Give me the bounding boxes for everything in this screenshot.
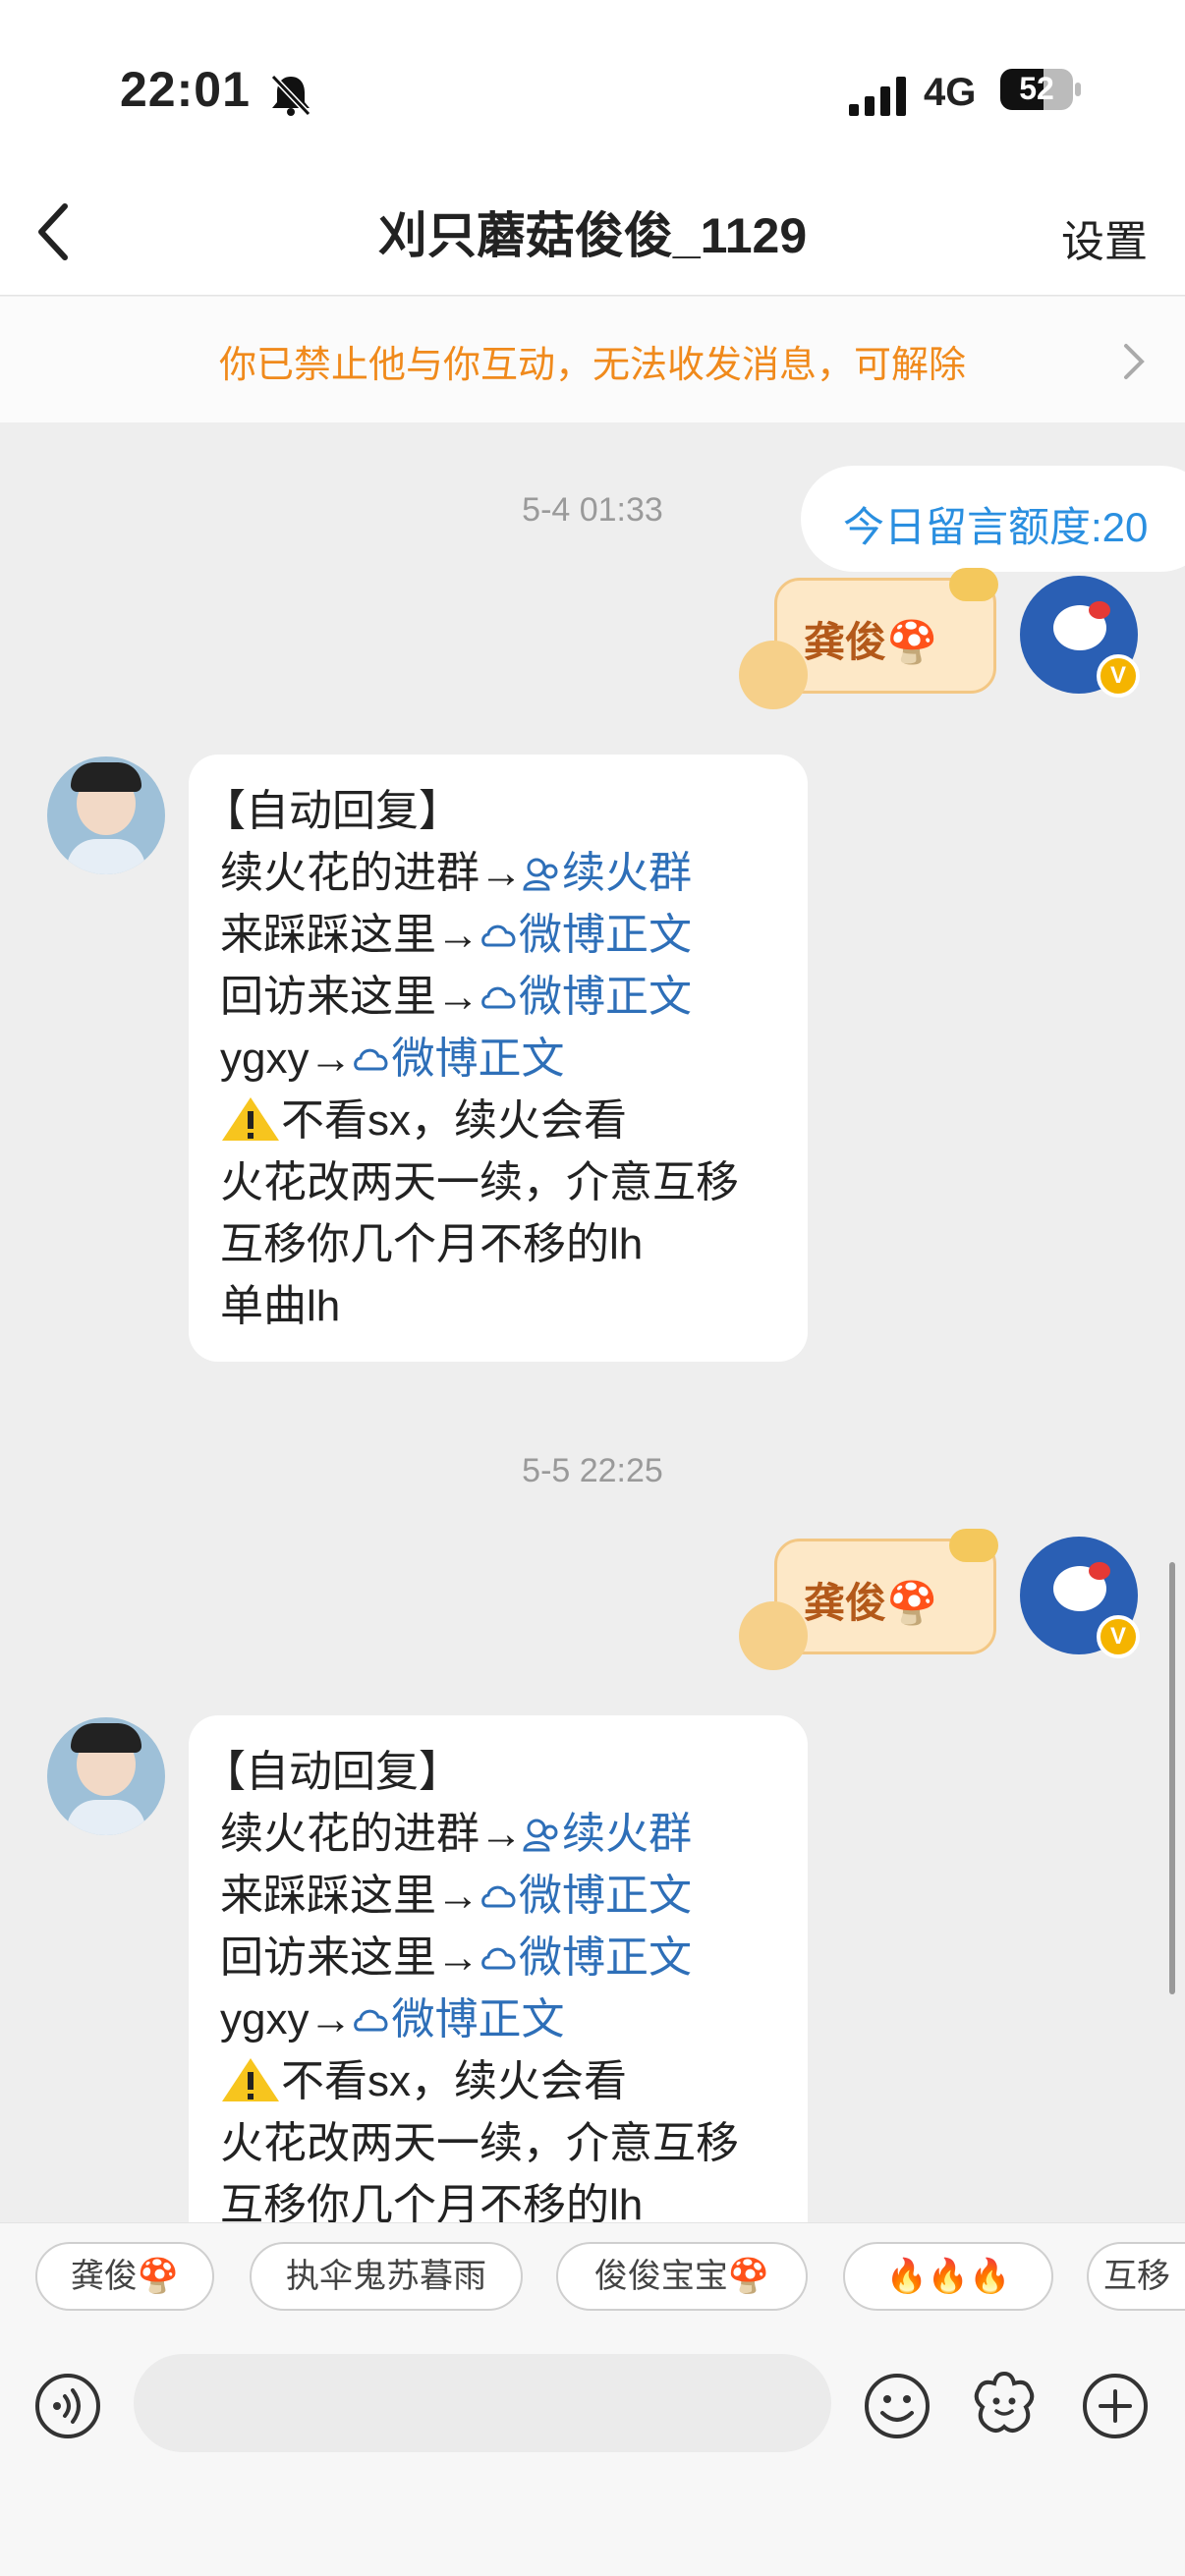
- avatar-hair: [71, 762, 141, 792]
- group-icon: [523, 858, 558, 891]
- scrollbar[interactable]: [1169, 1562, 1175, 1994]
- reply-line: 续火花的进群→ 续火群: [220, 1810, 692, 1858]
- auto-reply-content: 【自动回复】 续火花的进群→ 续火群 来踩踩这里→ 微博正文 回访来这里→ 微博正文 …: [202, 1741, 739, 2236]
- message-quota-text: 今日留言额度:20: [843, 504, 1149, 550]
- battery-percent: 52: [1019, 71, 1054, 106]
- plus-icon[interactable]: [1081, 2372, 1150, 2440]
- battery-icon: 52: [1000, 69, 1073, 110]
- reply-line: 火花改两天一续，介意互移: [220, 1158, 739, 1206]
- reply-line: 来踩踩这里→ 微博正文: [220, 1872, 692, 1920]
- auto-reply-header: 【自动回复】: [202, 787, 462, 835]
- weibo-post-link[interactable]: 微博正文: [391, 1035, 564, 1083]
- gold-ingot-decoration: [949, 1529, 998, 1562]
- quick-reply-chip[interactable]: 龚俊🍄: [35, 2242, 214, 2311]
- outgoing-message-text: 龚俊🍄: [804, 1580, 938, 1626]
- reply-line: ygxy→ 微博正文: [220, 1035, 565, 1083]
- voice-icon[interactable]: [33, 2372, 102, 2440]
- sender-avatar[interactable]: [47, 756, 165, 874]
- reply-line: ygxy→ 微博正文: [220, 1995, 565, 2044]
- avatar-clothes: [67, 1800, 145, 1835]
- weibo-post-icon: [481, 1885, 516, 1908]
- weibo-post-icon: [354, 2009, 388, 2032]
- reply-line: 单曲lh: [220, 1282, 341, 1330]
- chat-title: 刈只蘑菇俊俊_1129: [377, 208, 808, 263]
- reply-line: 不看sx，续火会看: [202, 1090, 739, 1151]
- weibo-post-link[interactable]: 微博正文: [519, 1933, 692, 1982]
- settings-button[interactable]: 设置: [1061, 206, 1148, 269]
- sender-avatar[interactable]: [47, 1717, 165, 1835]
- mute-bell-icon: [270, 74, 311, 116]
- signal-icon: [849, 77, 906, 116]
- weibo-post-icon: [481, 986, 516, 1009]
- quick-reply-chip[interactable]: 互移: [1087, 2242, 1185, 2311]
- emoji-icon[interactable]: [863, 2372, 931, 2440]
- message-input[interactable]: [134, 2354, 831, 2452]
- auto-reply-content: 【自动回复】 续火花的进群→ 续火群 来踩踩这里→ 微博正文 回访来这里→ 微博正文 …: [202, 780, 739, 1337]
- weibo-post-icon: [481, 924, 516, 947]
- message-timestamp: 5-4 01:33: [522, 491, 663, 529]
- message-timestamp: 5-5 22:25: [522, 1452, 663, 1489]
- verified-badge-icon: V: [1097, 654, 1140, 698]
- group-icon: [523, 1819, 558, 1852]
- weibo-post-icon: [354, 1048, 388, 1071]
- weibo-post-link[interactable]: 微博正文: [519, 1872, 692, 1920]
- weibo-post-icon: [481, 1947, 516, 1970]
- reply-line: 互移你几个月不移的lh: [220, 1220, 644, 1268]
- quick-reply-chip[interactable]: 🔥🔥🔥: [843, 2242, 1053, 2311]
- weibo-post-link[interactable]: 微博正文: [519, 973, 692, 1021]
- reply-line: 来踩踩这里→ 微博正文: [220, 911, 692, 959]
- avatar-hair: [71, 1723, 141, 1753]
- reply-line: 火花改两天一续，介意互移: [220, 2119, 739, 2167]
- auto-reply-header: 【自动回复】: [202, 1748, 462, 1796]
- chevron-right-icon: [1124, 344, 1145, 379]
- battery-cap: [1075, 83, 1081, 96]
- outgoing-message-text: 龚俊🍄: [804, 619, 938, 665]
- sticker-icon[interactable]: [967, 2368, 1042, 2442]
- reply-line: 不看sx，续火会看: [202, 2050, 739, 2112]
- group-link[interactable]: 续火群: [562, 849, 692, 897]
- quick-reply-chip[interactable]: 俊俊宝宝🍄: [556, 2242, 808, 2311]
- quick-reply-chip[interactable]: 执伞鬼苏暮雨: [250, 2242, 523, 2311]
- gold-ingot-decoration: [949, 568, 998, 601]
- verified-badge-icon: V: [1097, 1615, 1140, 1658]
- group-link[interactable]: 续火群: [562, 1810, 692, 1858]
- reply-line: 回访来这里→ 微博正文: [220, 1933, 692, 1982]
- reply-line: 续火花的进群→ 续火群: [220, 849, 692, 897]
- warning-icon: [222, 1097, 279, 1141]
- network-type: 4G: [924, 71, 977, 114]
- warning-icon: [222, 2058, 279, 2101]
- lucky-cat-decoration: [739, 1601, 808, 1670]
- reply-line: 回访来这里→ 微博正文: [220, 973, 692, 1021]
- weibo-post-link[interactable]: 微博正文: [391, 1995, 564, 2044]
- lucky-cat-decoration: [739, 641, 808, 709]
- avatar-clothes: [67, 839, 145, 874]
- avatar-bow: [1089, 1562, 1110, 1580]
- avatar-bow: [1089, 601, 1110, 619]
- weibo-post-link[interactable]: 微博正文: [519, 911, 692, 959]
- block-notice-text: 你已禁止他与你互动，无法收发消息，可解除: [218, 345, 966, 386]
- status-time: 22:01: [120, 62, 251, 117]
